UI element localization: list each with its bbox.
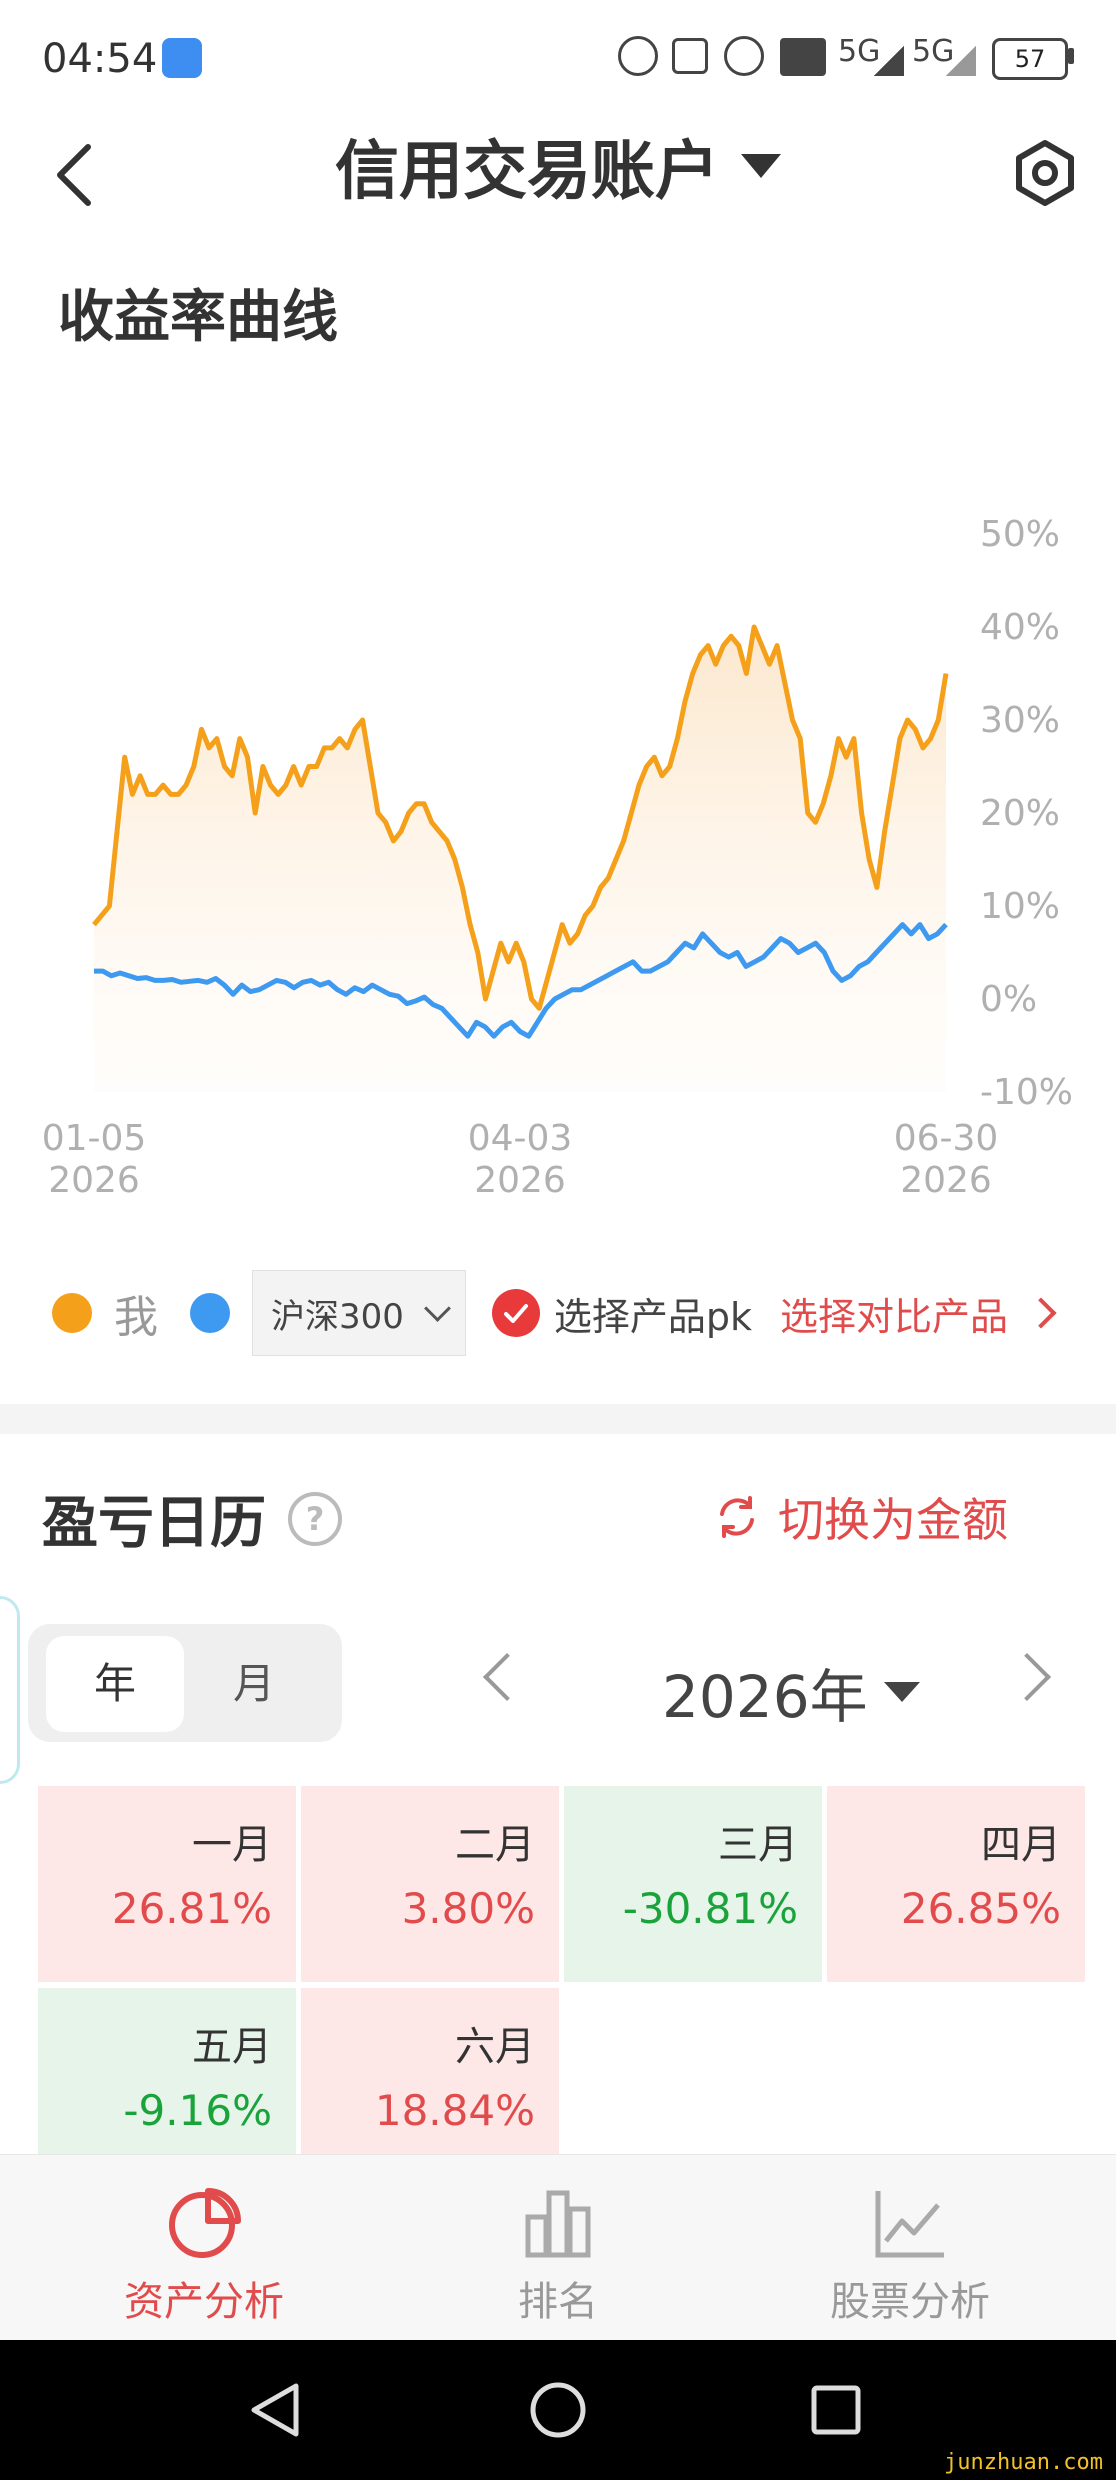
return-chart-svg: 50%40%30%20%10%0%-10% 01-05202604-032026… <box>42 514 1073 1201</box>
legend-label-me: 我 <box>114 1292 158 1343</box>
x-tick-date: 06-30 <box>894 1118 999 1159</box>
signal-icon <box>874 46 904 76</box>
watermark: junzhuan.com <box>944 2450 1103 2475</box>
x-tick-year: 2026 <box>900 1160 992 1201</box>
x-tick-date: 01-05 <box>42 1118 147 1159</box>
year-selector[interactable]: 2026年 <box>662 1650 920 1734</box>
month-name: 六月 <box>455 2024 535 2070</box>
chevron-right-icon <box>1025 1297 1057 1329</box>
bar-chart-icon <box>525 2190 591 2258</box>
month-cell[interactable]: 三月 -30.81% <box>564 1786 822 1982</box>
calendar-title: 盈亏日历 <box>42 1491 266 1556</box>
return-chart[interactable]: 50% 40% 30% 20% 10% 0% -10% 01-05 2026 04-03 2026… <box>0 480 1116 1220</box>
month-name: 三月 <box>718 1822 798 1868</box>
benchmark-dropdown[interactable]: 沪深300 <box>252 1270 466 1356</box>
switch-label: 切换为金额 <box>778 1493 1008 1547</box>
nav-label: 股票分析 <box>830 2279 990 2325</box>
month-return: -30.81% <box>622 1884 798 1933</box>
legend-dot-me <box>52 1293 92 1333</box>
nav-ranking[interactable]: 排名 <box>438 2183 678 2327</box>
account-selector[interactable]: 信用交易账户 <box>0 120 1116 212</box>
nav-label: 排名 <box>518 2279 598 2325</box>
line-chart-icon <box>875 2191 944 2258</box>
help-icon[interactable]: ? <box>288 1491 342 1546</box>
app-notification-icon <box>162 38 202 78</box>
nav-stock-analysis[interactable]: 股票分析 <box>790 2183 1030 2327</box>
y-tick-label: 30% <box>980 700 1060 741</box>
nav-asset-analysis[interactable]: 资产分析 <box>84 2183 324 2327</box>
series-area-me <box>94 627 946 1092</box>
system-recents-icon[interactable] <box>811 2385 861 2435</box>
caret-down-icon <box>741 154 781 178</box>
status-time: 04:54 <box>42 36 158 82</box>
nfc-icon <box>672 38 708 74</box>
y-tick-label: 40% <box>980 607 1060 648</box>
pk-checkbox[interactable] <box>491 1289 540 1337</box>
floating-edge-tab[interactable] <box>0 1596 20 1784</box>
y-tick-label: 50% <box>980 514 1060 555</box>
x-tick-year: 2026 <box>48 1160 140 1201</box>
x-tick-year: 2026 <box>474 1160 566 1201</box>
tab-month[interactable]: 月 <box>200 1636 308 1732</box>
month-name: 五月 <box>192 2024 272 2070</box>
caret-down-icon <box>883 1682 920 1702</box>
month-cell[interactable]: 五月 -9.16% <box>38 1988 296 2156</box>
month-name: 四月 <box>981 1822 1061 1868</box>
month-return: -9.16% <box>123 2086 272 2135</box>
hd-icon <box>780 38 826 76</box>
y-tick-label: 20% <box>980 793 1060 834</box>
month-name: 一月 <box>192 1822 272 1868</box>
tab-year[interactable]: 年 <box>46 1636 184 1732</box>
next-year-button[interactable] <box>1002 1652 1052 1702</box>
page-title: 信用交易账户 <box>335 135 719 209</box>
signal-icon-2 <box>946 46 976 76</box>
chart-legend: 我 沪深300 选择产品pk 选择对比产品 <box>52 1268 1092 1358</box>
bottom-nav: 资产分析 排名 股票分析 <box>0 2154 1116 2341</box>
year-label: 2026年 <box>662 1663 868 1731</box>
y-tick-label: 10% <box>980 886 1060 927</box>
legend-dot-benchmark <box>190 1293 230 1333</box>
system-home-icon[interactable] <box>530 2382 586 2438</box>
nav-label: 资产分析 <box>124 2279 284 2325</box>
refresh-icon <box>720 1496 754 1538</box>
month-return: 18.84% <box>374 2086 535 2135</box>
chart-section-title: 收益率曲线 <box>58 285 338 350</box>
hexagon-settings-icon <box>1016 140 1074 206</box>
check-icon <box>503 1304 528 1323</box>
prev-year-button[interactable] <box>482 1652 532 1702</box>
status-bar: 04:54 5G 5G 57 <box>0 0 1116 120</box>
alarm-icon <box>724 36 764 76</box>
switch-to-amount-button[interactable]: 切换为金额 <box>714 1484 1008 1550</box>
battery-tip <box>1068 48 1074 64</box>
month-cell[interactable]: 二月 3.80% <box>301 1786 559 1982</box>
chevron-down-icon <box>423 1294 451 1322</box>
month-cell[interactable]: 四月 26.85% <box>827 1786 1085 1982</box>
month-name: 二月 <box>455 1822 535 1868</box>
pk-label: 选择产品pk <box>553 1294 753 1339</box>
pie-chart-icon <box>169 2188 241 2258</box>
benchmark-label: 沪深300 <box>271 1296 404 1337</box>
x-tick-date: 04-03 <box>468 1118 573 1159</box>
y-tick-label: 0% <box>980 979 1037 1020</box>
add-circle-icon <box>618 36 658 76</box>
month-return: 26.81% <box>111 1884 272 1933</box>
month-return: 26.85% <box>900 1884 1061 1933</box>
settings-button[interactable] <box>1010 138 1080 208</box>
section-divider <box>0 1404 1116 1434</box>
battery-icon: 57 <box>992 38 1068 80</box>
month-return: 3.80% <box>401 1884 535 1933</box>
compare-product-link[interactable]: 选择对比产品 <box>780 1286 1008 1341</box>
month-cell[interactable]: 一月 26.81% <box>38 1786 296 1982</box>
month-cell[interactable]: 六月 18.84% <box>301 1988 559 2156</box>
system-back-icon[interactable] <box>251 2383 299 2437</box>
calendar-header: 盈亏日历 ? <box>42 1478 342 1559</box>
y-tick-label: -10% <box>980 1072 1073 1113</box>
